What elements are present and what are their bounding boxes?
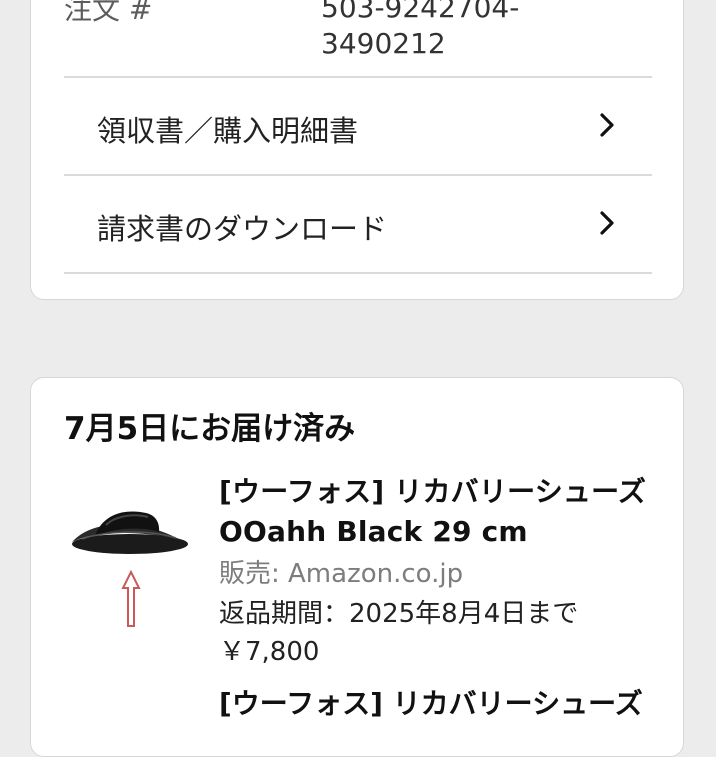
second-product-title[interactable]: [ウーフォス] リカバリーシューズ — [219, 684, 674, 724]
up-arrow-icon — [121, 570, 141, 627]
return-period-text: 返品期間：2025年8月4日まで — [219, 599, 579, 629]
product-title[interactable]: [ウーフォス] リカバリーシューズ OOahh Black 29 cm — [219, 472, 674, 552]
receipt-menu-label: 領収書／購入明細書 — [97, 114, 359, 148]
product-item[interactable]: [ウーフォス] リカバリーシューズ OOahh Black 29 cm 販売: … — [64, 466, 684, 706]
invoice-download-label: 請求書のダウンロード — [97, 212, 388, 246]
invoice-download-menu-item[interactable]: 請求書のダウンロード — [64, 176, 652, 272]
divider — [64, 272, 652, 274]
receipt-menu-item[interactable]: 領収書／購入明細書 — [64, 78, 652, 174]
delivery-status-title: 7月5日にお届け済み — [64, 411, 356, 447]
chevron-right-icon — [600, 211, 614, 235]
order-number-line-1: 503-9242704- — [321, 0, 520, 24]
order-number-value: 503-9242704- 3490212 — [321, 0, 519, 64]
price-text: ￥7,800 — [219, 637, 320, 667]
chevron-right-icon — [600, 113, 614, 137]
seller-text: 販売: Amazon.co.jp — [219, 559, 464, 589]
black-slide-sandal-image[interactable] — [64, 491, 192, 561]
order-number-line-2: 3490212 — [321, 27, 446, 60]
section-gap — [0, 332, 716, 350]
product-info: [ウーフォス] リカバリーシューズ OOahh Black 29 cm 販売: … — [219, 472, 674, 668]
order-number-label: 注文 # — [64, 0, 153, 26]
